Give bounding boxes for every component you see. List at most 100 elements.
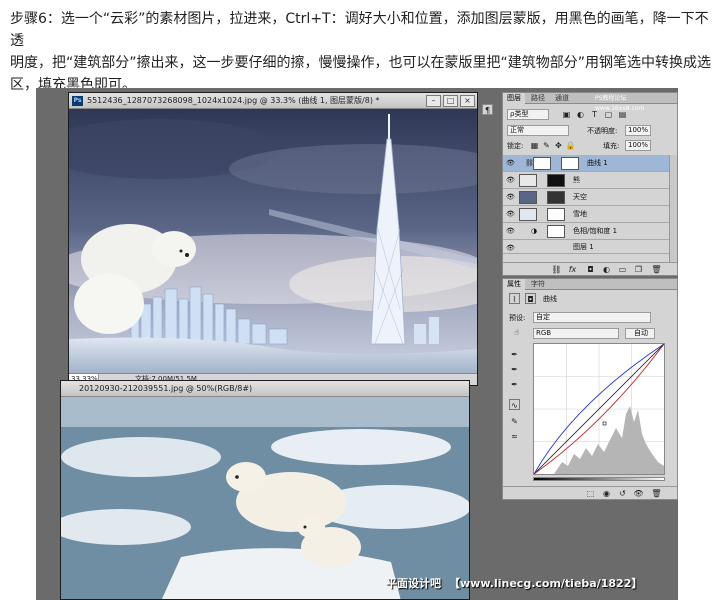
photoshop-logo-icon: Ps — [72, 96, 83, 106]
maximize-button[interactable]: □ — [443, 95, 458, 107]
photoshop-screenshot: Ps 5512436_1287073268098_1024x1024.jpg @… — [36, 88, 678, 600]
layer-row-curves[interactable]: 👁 ⛓ 曲线 1 — [503, 155, 669, 172]
visibility-eye-icon[interactable]: 👁 — [506, 193, 515, 201]
new-group-folder-icon[interactable]: ▭ — [617, 264, 628, 275]
visibility-eye-icon[interactable]: 👁 — [506, 227, 515, 235]
tab-channels[interactable]: 通道 — [551, 93, 573, 104]
close-button[interactable]: × — [460, 95, 475, 107]
instruction-line-1: 步骤6：选一个“云彩”的素材图片，拉进来，Ctrl+T：调好大小和位置，添加图层… — [10, 11, 709, 49]
layers-panel: 图层 路径 通道 PS教程论坛 www.16xx8.com ρ类型 ▣ ◐ T … — [502, 92, 678, 276]
layer-mask-thumb — [547, 191, 565, 204]
layer-name: 熊 — [573, 176, 580, 184]
clip-to-layer-icon[interactable]: ⬚ — [585, 488, 596, 499]
eyedropper-black-icon[interactable]: ✒ — [509, 349, 520, 360]
layer-thumb — [519, 191, 537, 204]
layer-name: 雪地 — [573, 210, 587, 218]
delete-adjustment-trash-icon[interactable]: 🗑 — [651, 488, 662, 499]
document-titlebar-bottom[interactable]: 20120930-212039551.jpg @ 50%(RGB/8#) — [61, 381, 469, 397]
input-gradient-bar — [533, 477, 665, 481]
layer-row-bear[interactable]: 👁 熊 — [503, 172, 669, 189]
layer-mask-thumb — [547, 174, 565, 187]
opacity-label: 不透明度: — [587, 127, 618, 135]
layer-list: 👁 ⛓ 曲线 1 👁 熊 👁 天空 👁 雪地 👁 ◑ 色相/饱和度 1 👁 图层… — [503, 155, 677, 263]
delete-layer-trash-icon[interactable]: 🗑 — [651, 264, 662, 275]
preset-select[interactable]: 自定 — [533, 312, 651, 323]
visibility-eye-icon[interactable]: 👁 — [506, 176, 515, 184]
shape-filter-icon[interactable]: ▢ — [603, 109, 614, 120]
type-filter-icon[interactable]: T — [589, 109, 600, 120]
visibility-eye-icon[interactable]: 👁 — [506, 159, 515, 167]
layer-mask-thumb — [547, 225, 565, 238]
view-previous-state-icon[interactable]: ◉ — [601, 488, 612, 499]
preset-label: 预设: — [509, 314, 526, 322]
fx-icon[interactable]: fx — [567, 264, 578, 275]
document-titlebar[interactable]: Ps 5512436_1287073268098_1024x1024.jpg @… — [69, 93, 477, 109]
on-image-adjust-hand-icon[interactable]: ☝ — [511, 327, 522, 338]
layers-scrollbar[interactable] — [669, 155, 677, 263]
watermark-url: 【www.linecg.com/tieba/1822】 — [449, 577, 643, 590]
properties-panel-tabs: 属性 字符 — [503, 279, 677, 290]
layer-row-hue-saturation[interactable]: 👁 ◑ 色相/饱和度 1 — [503, 223, 669, 240]
layer-thumb — [519, 208, 537, 221]
layer-row-layer1[interactable]: 👁 图层 1 — [503, 240, 669, 254]
eyedropper-gray-icon[interactable]: ✒ — [509, 364, 520, 375]
auto-button[interactable]: 自动 — [625, 328, 655, 339]
polar-city-artwork — [69, 109, 477, 373]
instruction-line-2: 明度，把“建筑部分”擦出来，这一步要仔细的擦，慢慢操作，也可以在蒙版里把“建筑物… — [10, 55, 712, 71]
fill-input[interactable]: 100% — [625, 140, 651, 151]
watermark-brand: 平面设计吧 — [386, 577, 441, 590]
document-window-top[interactable]: Ps 5512436_1287073268098_1024x1024.jpg @… — [68, 92, 478, 386]
layer-name: 色相/饱和度 1 — [573, 227, 618, 235]
adjust-filter-icon[interactable]: ◐ — [575, 109, 586, 120]
layers-panel-tabs: 图层 路径 通道 PS教程论坛 www.16xx8.com — [503, 93, 677, 112]
document-window-bottom[interactable]: 20120930-212039551.jpg @ 50%(RGB/8#) — [60, 380, 470, 600]
layer-row-sky[interactable]: 👁 天空 — [503, 189, 669, 206]
document-canvas-bottom[interactable] — [61, 397, 469, 599]
tab-character[interactable]: 字符 — [527, 279, 549, 290]
document-canvas-top[interactable] — [69, 109, 477, 373]
new-layer-icon[interactable]: ❐ — [633, 264, 644, 275]
hue-saturation-icon: ◑ — [531, 227, 538, 235]
curves-adjustment-thumb — [533, 157, 551, 170]
pencil-draw-curve-icon[interactable]: ✎ — [509, 416, 520, 427]
eyedropper-white-icon[interactable]: ✒ — [509, 379, 520, 390]
lock-all-icon[interactable]: 🔒 — [565, 140, 576, 151]
smooth-curve-icon[interactable]: ≈ — [509, 431, 520, 442]
layer-name: 曲线 1 — [587, 159, 608, 167]
mask-icon[interactable]: ◘ — [525, 293, 536, 304]
site-watermark-footer: 平面设计吧 【www.linecg.com/tieba/1822】 — [386, 575, 642, 591]
add-mask-icon[interactable]: ◘ — [585, 264, 596, 275]
document-title: 5512436_1287073268098_1024x1024.jpg @ 33… — [87, 96, 380, 105]
layer-mask-thumb — [561, 157, 579, 170]
lock-move-icon[interactable]: ✥ — [553, 140, 564, 151]
document-title-bottom: 20120930-212039551.jpg @ 50%(RGB/8#) — [79, 384, 253, 393]
opacity-input[interactable]: 100% — [625, 125, 651, 136]
reset-icon[interactable]: ↺ — [617, 488, 628, 499]
paragraph-panel-icon[interactable]: ¶ — [482, 104, 493, 115]
tab-layers[interactable]: 图层 — [503, 93, 525, 104]
minimize-button[interactable]: – — [426, 95, 441, 107]
curve-edit-points-icon[interactable]: ∿ — [509, 399, 520, 410]
link-layers-icon[interactable]: ⛓ — [551, 264, 562, 275]
filter-kind-select[interactable]: ρ类型 — [507, 109, 549, 120]
visibility-eye-icon[interactable]: 👁 — [506, 210, 515, 218]
new-adjustment-icon[interactable]: ◐ — [601, 264, 612, 275]
channel-select[interactable]: RGB — [533, 328, 619, 339]
properties-panel: 属性 字符 ⌇ ◘ 曲线 预设: 自定 ☝ RGB 自动 ✒ ✒ ✒ ∿ ✎ ≈ — [502, 278, 678, 500]
layer-row-snow[interactable]: 👁 雪地 — [503, 206, 669, 223]
toggle-visibility-eye-icon[interactable]: 👁 — [633, 488, 644, 499]
smart-filter-icon[interactable]: ▤ — [617, 109, 628, 120]
layer-name: 天空 — [573, 193, 587, 201]
properties-title: 曲线 — [543, 295, 557, 303]
lock-paint-icon[interactable]: ✎ — [541, 140, 552, 151]
curves-histogram-svg — [533, 343, 665, 475]
tab-properties[interactable]: 属性 — [503, 279, 525, 290]
lock-pixels-icon[interactable]: ▦ — [529, 140, 540, 151]
tab-paths[interactable]: 路径 — [527, 93, 549, 104]
visibility-eye-icon[interactable]: 👁 — [506, 244, 515, 252]
blend-mode-select[interactable]: 正常 — [507, 125, 569, 136]
layers-footer: ⛓ fx ◘ ◐ ▭ ❐ 🗑 — [503, 262, 677, 275]
curves-graph[interactable] — [533, 343, 665, 475]
image-filter-icon[interactable]: ▣ — [561, 109, 572, 120]
instruction-text: 步骤6：选一个“云彩”的素材图片，拉进来，Ctrl+T：调好大小和位置，添加图层… — [10, 8, 720, 96]
